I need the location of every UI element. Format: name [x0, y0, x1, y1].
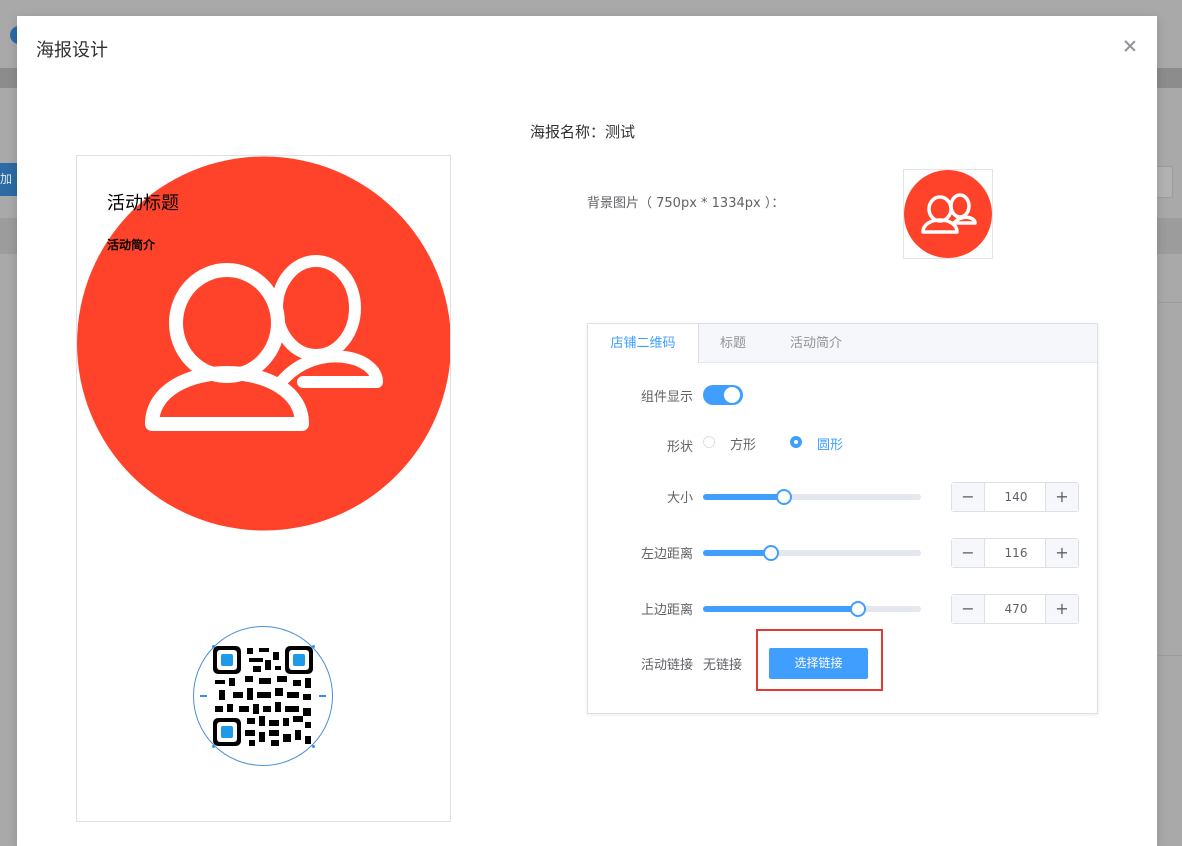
- resize-handle[interactable]: [312, 745, 315, 748]
- background-right-button: [1155, 166, 1173, 198]
- top-distance-slider-handle[interactable]: [849, 601, 866, 617]
- size-increase-button[interactable]: +: [1045, 483, 1078, 511]
- resize-handle[interactable]: [212, 745, 215, 748]
- background-divider: [1158, 302, 1182, 303]
- tab-store-qrcode[interactable]: 店铺二维码: [588, 324, 699, 363]
- display-label: 组件显示: [640, 390, 693, 405]
- left-distance-increase-button[interactable]: +: [1045, 539, 1078, 567]
- size-label: 大小: [666, 491, 693, 506]
- poster-name: 海报名称：测试: [530, 123, 636, 141]
- top-distance-slider[interactable]: [703, 601, 921, 617]
- display-toggle[interactable]: [703, 385, 743, 405]
- close-icon[interactable]: [1120, 36, 1140, 56]
- activity-link-label: 活动链接: [640, 658, 693, 673]
- top-distance-slider-fill: [703, 606, 858, 612]
- size-stepper: − 140 +: [951, 482, 1079, 512]
- size-decrease-button[interactable]: −: [952, 483, 985, 511]
- top-distance-input[interactable]: 470: [985, 595, 1047, 623]
- top-distance-increase-button[interactable]: +: [1045, 595, 1078, 623]
- left-distance-slider[interactable]: [703, 545, 921, 561]
- poster-design-dialog: 海报设计 活动标题 活动简介 海报名称：测试 背景图片（ 750px * 133…: [17, 16, 1157, 846]
- left-distance-decrease-button[interactable]: −: [952, 539, 985, 567]
- dialog-title: 海报设计: [36, 40, 108, 61]
- poster-preview: 活动标题 活动简介: [76, 155, 451, 822]
- tab-bar: 店铺二维码 标题 活动简介: [588, 324, 1097, 363]
- left-distance-slider-handle[interactable]: [762, 545, 779, 561]
- shape-label: 形状: [666, 440, 693, 455]
- size-slider[interactable]: [703, 489, 921, 505]
- poster-title: 活动标题: [107, 193, 179, 214]
- size-slider-handle[interactable]: [775, 489, 792, 505]
- left-distance-label: 左边距离: [640, 547, 693, 562]
- left-distance-slider-fill: [703, 550, 771, 556]
- size-slider-fill: [703, 494, 784, 500]
- resize-handle[interactable]: [200, 695, 207, 697]
- select-link-button[interactable]: 选择链接: [769, 648, 868, 679]
- poster-qr-code[interactable]: [193, 626, 333, 766]
- top-distance-decrease-button[interactable]: −: [952, 595, 985, 623]
- background-image-thumbnail[interactable]: [903, 169, 993, 259]
- tab-description[interactable]: 活动简介: [778, 324, 854, 362]
- resize-handle[interactable]: [312, 645, 315, 648]
- background-image-label: 背景图片（ 750px * 1334px ）：: [587, 196, 785, 211]
- poster-description: 活动简介: [107, 238, 156, 252]
- resize-handle[interactable]: [319, 695, 326, 697]
- shape-circle-label[interactable]: 圆形: [817, 434, 843, 453]
- tab-title[interactable]: 标题: [706, 324, 760, 362]
- background-divider: [1158, 655, 1182, 656]
- shape-square-radio[interactable]: [703, 436, 715, 448]
- top-distance-stepper: − 470 +: [951, 594, 1079, 624]
- component-settings-panel: 店铺二维码 标题 活动简介 组件显示 形状 方形 圆形 大小 − 140 + 左…: [587, 323, 1098, 714]
- background-add-button: 加: [0, 163, 17, 196]
- size-input[interactable]: 140: [985, 483, 1047, 511]
- activity-link-value: 无链接: [703, 658, 743, 673]
- qr-code-icon: [213, 646, 313, 746]
- top-distance-label: 上边距离: [640, 603, 693, 618]
- left-distance-input[interactable]: 116: [985, 539, 1047, 567]
- left-distance-stepper: − 116 +: [951, 538, 1079, 568]
- shape-circle-radio[interactable]: [790, 436, 802, 448]
- shape-square-label[interactable]: 方形: [730, 434, 756, 453]
- user-group-icon: [904, 170, 992, 258]
- resize-handle[interactable]: [212, 645, 215, 648]
- toggle-knob: [724, 387, 740, 403]
